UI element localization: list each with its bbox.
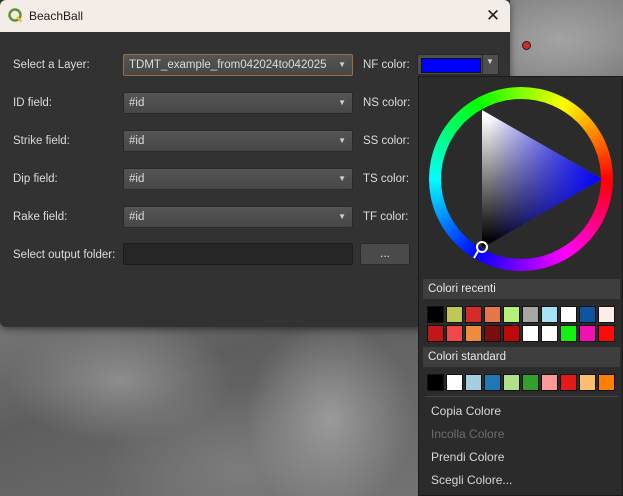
ns-color-label: NS color: [363, 97, 411, 109]
dip-field-value: #id [129, 173, 145, 185]
window-title: BeachBall [29, 9, 84, 23]
recent-color-swatch[interactable] [446, 325, 463, 342]
chevron-down-icon: ▼ [338, 98, 346, 107]
browse-folder-button[interactable]: ... [360, 243, 410, 265]
recent-color-swatch[interactable] [579, 325, 596, 342]
color-picker-dropdown: Colori recenti Colori standard Copia Col… [418, 76, 623, 496]
menu-divider [425, 396, 618, 397]
standard-color-swatch[interactable] [522, 374, 539, 391]
recent-color-swatch[interactable] [598, 325, 615, 342]
id-field-select[interactable]: #id ▼ [123, 92, 353, 114]
strike-field-label: Strike field: [13, 135, 70, 147]
ss-color-label: SS color: [363, 135, 410, 147]
recent-color-swatch[interactable] [579, 306, 596, 323]
standard-color-swatch[interactable] [598, 374, 615, 391]
chevron-down-icon: ▼ [338, 136, 346, 145]
layer-select-value: TDMT_example_from042024to042025 [129, 59, 327, 71]
recent-color-swatch[interactable] [484, 306, 501, 323]
map-point-marker [522, 41, 531, 50]
copy-color-item[interactable]: Copia Colore [431, 404, 501, 418]
close-button[interactable]: ✕ [480, 4, 506, 28]
strike-field-select[interactable]: #id ▼ [123, 130, 353, 152]
ts-color-label: TS color: [363, 173, 410, 185]
chevron-down-icon: ▼ [338, 174, 346, 183]
rake-field-select[interactable]: #id ▼ [123, 206, 353, 228]
title-bar: BeachBall ✕ [0, 0, 510, 32]
standard-color-swatch[interactable] [484, 374, 501, 391]
color-wheel[interactable] [426, 84, 616, 274]
standard-color-swatch[interactable] [427, 374, 444, 391]
recent-color-swatch[interactable] [522, 325, 539, 342]
pick-color-item[interactable]: Prendi Colore [431, 450, 504, 464]
recent-color-swatch[interactable] [427, 306, 444, 323]
nf-color-label: NF color: [363, 59, 410, 71]
standard-color-swatch[interactable] [541, 374, 558, 391]
recent-color-swatch[interactable] [465, 306, 482, 323]
recent-color-swatch[interactable] [503, 325, 520, 342]
recent-color-swatch[interactable] [560, 325, 577, 342]
output-folder-label: Select output folder: [13, 249, 116, 261]
recent-color-swatch[interactable] [541, 325, 558, 342]
nf-color-swatch [421, 58, 481, 73]
layer-select[interactable]: TDMT_example_from042024to042025 ▼ [123, 54, 353, 76]
recent-color-swatch[interactable] [484, 325, 501, 342]
standard-color-swatch[interactable] [465, 374, 482, 391]
standard-color-swatch[interactable] [579, 374, 596, 391]
color-wheel-graphic [426, 84, 616, 274]
recent-color-swatch[interactable] [446, 306, 463, 323]
output-folder-input[interactable] [123, 243, 353, 265]
rake-field-label: Rake field: [13, 211, 68, 223]
chevron-down-icon: ▼ [486, 57, 494, 66]
standard-colors-grid [427, 374, 615, 391]
recent-color-swatch[interactable] [465, 325, 482, 342]
dip-field-label: Dip field: [13, 173, 58, 185]
button-divider [482, 55, 483, 74]
recent-color-swatch[interactable] [427, 325, 444, 342]
layer-label: Select a Layer: [13, 59, 90, 71]
rake-field-value: #id [129, 211, 145, 223]
recent-color-swatch[interactable] [503, 306, 520, 323]
recent-color-swatch[interactable] [598, 306, 615, 323]
recent-color-swatch[interactable] [522, 306, 539, 323]
recent-color-swatch[interactable] [560, 306, 577, 323]
choose-color-item[interactable]: Scegli Colore... [431, 473, 512, 487]
dip-field-select[interactable]: #id ▼ [123, 168, 353, 190]
chevron-down-icon: ▼ [338, 212, 346, 221]
standard-colors-header: Colori standard [423, 347, 620, 367]
recent-colors-grid [427, 306, 615, 342]
paste-color-item: Incolla Colore [431, 427, 505, 441]
recent-color-swatch[interactable] [541, 306, 558, 323]
nf-color-button[interactable]: ▼ [417, 54, 499, 75]
recent-colors-header: Colori recenti [423, 279, 620, 299]
chevron-down-icon: ▼ [338, 60, 346, 69]
strike-field-value: #id [129, 135, 145, 147]
id-field-value: #id [129, 97, 145, 109]
standard-color-swatch[interactable] [560, 374, 577, 391]
tf-color-label: TF color: [363, 211, 409, 223]
qgis-logo-icon [8, 8, 23, 23]
id-field-label: ID field: [13, 97, 52, 109]
standard-color-swatch[interactable] [503, 374, 520, 391]
standard-color-swatch[interactable] [446, 374, 463, 391]
